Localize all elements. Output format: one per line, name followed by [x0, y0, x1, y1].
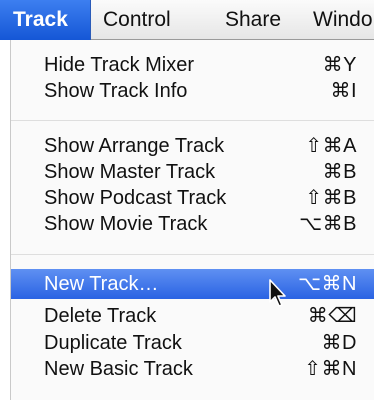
menu-item-label: Show Arrange Track: [44, 135, 225, 157]
menu-bar: Track Control Share Windo: [0, 0, 374, 40]
menu-item-show-podcast-track[interactable]: Show Podcast Track ⇧⌘B: [11, 185, 374, 211]
menubar-item-window[interactable]: Windo: [313, 0, 373, 40]
menu-item-shortcut: ⌘I: [330, 80, 357, 102]
menu-item-shortcut: ⌘D: [321, 332, 357, 354]
menubar-item-control[interactable]: Control: [103, 0, 171, 40]
menu-separator: [11, 120, 374, 121]
menu-separator: [11, 254, 374, 255]
arrow-pointer-icon: [269, 279, 286, 307]
menubar-item-track[interactable]: Track: [0, 0, 91, 40]
menu-item-shortcut: ⇧⌘B: [305, 187, 357, 209]
menu-item-duplicate-track[interactable]: Duplicate Track ⌘D: [11, 330, 374, 356]
menu-item-new-track[interactable]: New Track… ⌥⌘N: [11, 269, 374, 299]
menu-item-shortcut: ⌘⌫: [307, 305, 357, 327]
menu-item-label: Show Track Info: [44, 80, 188, 102]
menu-item-label: Delete Track: [44, 305, 157, 327]
menu-item-label: Duplicate Track: [44, 332, 182, 354]
menu-item-shortcut: ⌘B: [322, 161, 357, 183]
menu-item-show-master-track[interactable]: Show Master Track ⌘B: [11, 159, 374, 185]
menu-item-label: Hide Track Mixer: [44, 54, 195, 76]
menubar-item-share[interactable]: Share: [225, 0, 281, 40]
menu-item-delete-track[interactable]: Delete Track ⌘⌫: [11, 303, 374, 329]
menu-item-label: Show Master Track: [44, 161, 216, 183]
menu-item-label: Show Podcast Track: [44, 187, 227, 209]
menu-item-new-basic-track[interactable]: New Basic Track ⇧⌘N: [11, 356, 374, 382]
menu-item-shortcut: ⇧⌘N: [304, 358, 357, 380]
menu-item-label: Show Movie Track: [44, 213, 208, 235]
menu-item-label: New Basic Track: [44, 358, 193, 380]
menu-item-shortcut: ⌥⌘N: [298, 273, 357, 295]
menu-item-label: New Track…: [44, 273, 159, 295]
menu-item-show-track-info[interactable]: Show Track Info ⌘I: [11, 78, 374, 104]
menu-item-show-movie-track[interactable]: Show Movie Track ⌥⌘B: [11, 211, 374, 237]
menu-item-shortcut: ⇧⌘A: [305, 135, 357, 157]
menu-item-show-arrange-track[interactable]: Show Arrange Track ⇧⌘A: [11, 133, 374, 159]
track-menu-dropdown: Hide Track Mixer ⌘Y Show Track Info ⌘I S…: [10, 40, 374, 400]
menu-item-hide-track-mixer[interactable]: Hide Track Mixer ⌘Y: [11, 52, 374, 78]
menu-item-shortcut: ⌥⌘B: [299, 213, 357, 235]
menu-item-shortcut: ⌘Y: [322, 54, 357, 76]
